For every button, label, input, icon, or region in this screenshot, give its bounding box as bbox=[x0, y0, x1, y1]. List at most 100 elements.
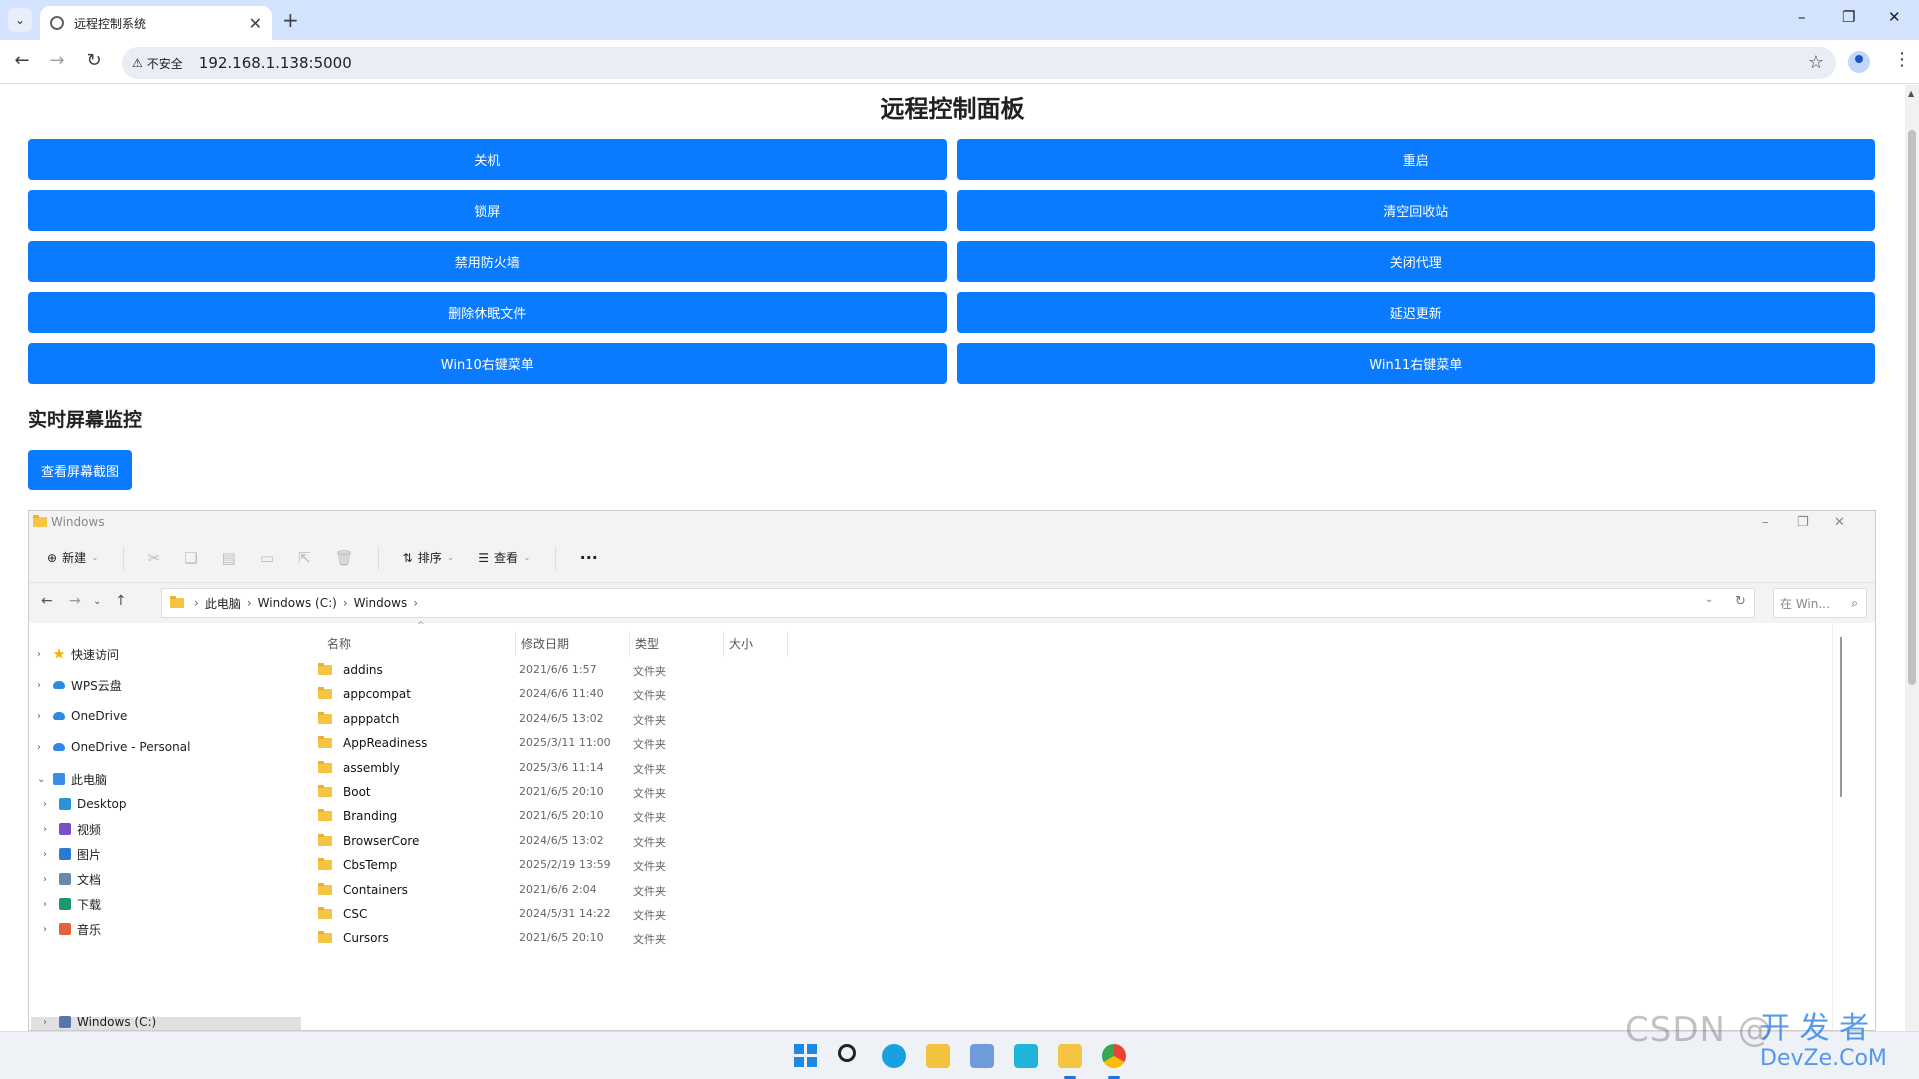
url-text[interactable]: 192.168.1.138:5000 bbox=[199, 54, 352, 72]
folder-icon bbox=[318, 736, 332, 749]
folder-icon bbox=[318, 833, 332, 846]
start-icon[interactable] bbox=[794, 1044, 818, 1068]
more-options-icon: ··· bbox=[579, 548, 598, 567]
file-type: 文件夹 bbox=[633, 665, 666, 678]
sidebar-item: › 图片 bbox=[43, 843, 101, 865]
chevron-right-icon: › bbox=[43, 1016, 47, 1028]
browser-toolbar: ← → ↻ ⚠ 不安全 192.168.1.138:5000 ☆ ⋮ bbox=[0, 40, 1919, 84]
devze-watermark: 开 发 者 DevZe.CoM bbox=[1760, 1014, 1887, 1074]
browser-menu-icon[interactable]: ⋮ bbox=[1893, 49, 1911, 70]
empty-recycle-bin-button[interactable]: 清空回收站 bbox=[956, 190, 1875, 231]
lock-screen-button[interactable]: 锁屏 bbox=[28, 190, 947, 231]
explorer-file-list: ^ 名称 修改日期 类型 大小 addins 2021/6/6 1:57 文件夹 ap… bbox=[303, 621, 1842, 1030]
file-row: addins 2021/6/6 1:57 文件夹 bbox=[303, 659, 803, 683]
reload-icon[interactable]: ↻ bbox=[82, 50, 106, 71]
sidebar-item-label: Windows (C:) bbox=[77, 1015, 157, 1029]
sidebar-item-icon bbox=[53, 648, 65, 659]
sidebar-item-icon bbox=[53, 712, 65, 720]
explorer-search-box: 在 Win... ⌕ bbox=[1773, 588, 1867, 618]
delete-hibernation-file-button[interactable]: 删除休眠文件 bbox=[28, 292, 947, 333]
sidebar-item-label: OneDrive bbox=[71, 709, 128, 723]
plus-circle-icon: ⊕ bbox=[47, 550, 58, 565]
folder-icon bbox=[318, 711, 332, 724]
feishu-icon[interactable] bbox=[1014, 1044, 1038, 1068]
file-row: Containers 2021/6/6 2:04 文件夹 bbox=[303, 879, 803, 903]
file-name: Boot bbox=[343, 785, 371, 799]
devze-watermark-bottom: DevZe.CoM bbox=[1760, 1046, 1887, 1071]
sidebar-item-icon bbox=[59, 823, 71, 835]
file-type: 文件夹 bbox=[633, 860, 666, 874]
window-minimize-button[interactable]: – bbox=[1798, 8, 1806, 26]
chevron-right-icon: › bbox=[37, 679, 41, 691]
window-restore-button[interactable]: ❐ bbox=[1842, 8, 1855, 26]
file-explorer-icon[interactable] bbox=[1058, 1044, 1082, 1068]
forward-icon[interactable]: → bbox=[45, 50, 69, 71]
lock-app-icon[interactable] bbox=[926, 1044, 950, 1068]
file-row: Cursors 2021/6/5 20:10 文件夹 bbox=[303, 927, 803, 951]
folder-icon bbox=[318, 663, 332, 675]
chevron-right-icon: › bbox=[43, 823, 47, 835]
explorer-command-bar: ⊕ 新建 ⌄ ✂ ❏ ▤ ▭ ⇱ 🗑 ⇅ 排序 ⌄ ☰ 查看 ⌄ ··· bbox=[29, 533, 1875, 583]
page-scrollbar-thumb[interactable] bbox=[1908, 130, 1916, 685]
bookmark-star-icon[interactable]: ☆ bbox=[1808, 52, 1824, 73]
disable-proxy-button[interactable]: 关闭代理 bbox=[956, 241, 1875, 282]
folder-icon bbox=[318, 882, 332, 895]
folder-icon bbox=[318, 809, 332, 822]
delay-update-button[interactable]: 延迟更新 bbox=[956, 292, 1875, 333]
new-button: ⊕ 新建 ⌄ bbox=[47, 550, 99, 566]
photos-icon[interactable] bbox=[970, 1044, 994, 1068]
folder-icon bbox=[33, 515, 47, 527]
delete-icon: 🗑 bbox=[334, 548, 354, 567]
cut-icon: ✂ bbox=[147, 548, 161, 567]
file-list-scrollbar bbox=[1840, 637, 1842, 797]
chrome-icon[interactable] bbox=[1102, 1044, 1126, 1068]
file-date: 2021/6/5 20:10 bbox=[519, 785, 604, 798]
file-date: 2025/3/6 11:14 bbox=[519, 760, 604, 774]
explorer-body: › 快速访问 › WPS云盘 › OneDrive › OneDrive - Personal… bbox=[29, 621, 1875, 1030]
shutdown-button[interactable]: 关机 bbox=[28, 139, 947, 180]
win10-context-menu-button[interactable]: Win10右键菜单 bbox=[28, 343, 947, 384]
sidebar-item: › Windows (C:) bbox=[43, 1011, 157, 1030]
search-icon[interactable] bbox=[838, 1044, 856, 1062]
file-date: 2024/6/6 11:40 bbox=[519, 687, 604, 701]
security-indicator[interactable]: ⚠ 不安全 bbox=[132, 55, 193, 72]
explorer-close-icon: ✕ bbox=[1834, 515, 1845, 530]
tab-title: 远程控制系统 bbox=[74, 16, 147, 31]
view-label: 查看 bbox=[494, 551, 519, 565]
sidebar-item-icon bbox=[59, 923, 71, 935]
tab-search-chevron-icon[interactable]: ⌄ bbox=[8, 8, 32, 32]
win11-context-menu-button[interactable]: Win11右键菜单 bbox=[956, 343, 1875, 384]
column-type: 类型 bbox=[635, 637, 660, 651]
file-date: 2024/5/31 14:22 bbox=[519, 907, 611, 920]
new-tab-button[interactable]: + bbox=[282, 8, 299, 32]
browser-tab[interactable]: 远程控制系统 ✕ bbox=[40, 6, 272, 40]
profile-avatar-icon[interactable] bbox=[1848, 51, 1870, 73]
view-screenshot-button[interactable]: 查看屏幕截图 bbox=[28, 450, 132, 490]
file-name: AppReadiness bbox=[343, 736, 428, 751]
file-row: appcompat 2024/6/6 11:40 文件夹 bbox=[303, 683, 803, 707]
folder-icon bbox=[318, 785, 332, 797]
breadcrumb-folder-icon bbox=[170, 596, 184, 608]
page-scrollbar[interactable]: ▲ bbox=[1905, 85, 1919, 1031]
back-icon[interactable]: ← bbox=[10, 50, 34, 71]
address-bar[interactable]: ⚠ 不安全 192.168.1.138:5000 ☆ bbox=[122, 47, 1836, 79]
file-name: Containers bbox=[343, 882, 408, 897]
restart-button[interactable]: 重启 bbox=[956, 139, 1875, 180]
sidebar-item-label: 音乐 bbox=[77, 922, 102, 937]
view-list-icon: ☰ bbox=[478, 550, 490, 565]
file-type: 文件夹 bbox=[633, 713, 666, 727]
edge-icon[interactable] bbox=[882, 1044, 906, 1068]
page-title: 远程控制面板 bbox=[880, 95, 1025, 123]
window-close-button[interactable]: ✕ bbox=[1888, 8, 1901, 26]
scroll-up-icon[interactable]: ▲ bbox=[1908, 89, 1914, 98]
file-row: BrowserCore 2024/6/5 13:02 文件夹 bbox=[303, 830, 803, 854]
folder-icon bbox=[318, 907, 332, 919]
file-name: Cursors bbox=[343, 931, 389, 946]
file-row: apppatch 2024/6/5 13:02 文件夹 bbox=[303, 708, 803, 732]
tab-close-icon[interactable]: ✕ bbox=[249, 14, 262, 33]
sidebar-item: › OneDrive bbox=[37, 705, 127, 727]
file-row: assembly 2025/3/6 11:14 文件夹 bbox=[303, 757, 803, 781]
sidebar-item: › 下载 bbox=[43, 893, 101, 915]
sidebar-item: › OneDrive - Personal bbox=[37, 736, 190, 758]
disable-firewall-button[interactable]: 禁用防火墙 bbox=[28, 241, 947, 282]
